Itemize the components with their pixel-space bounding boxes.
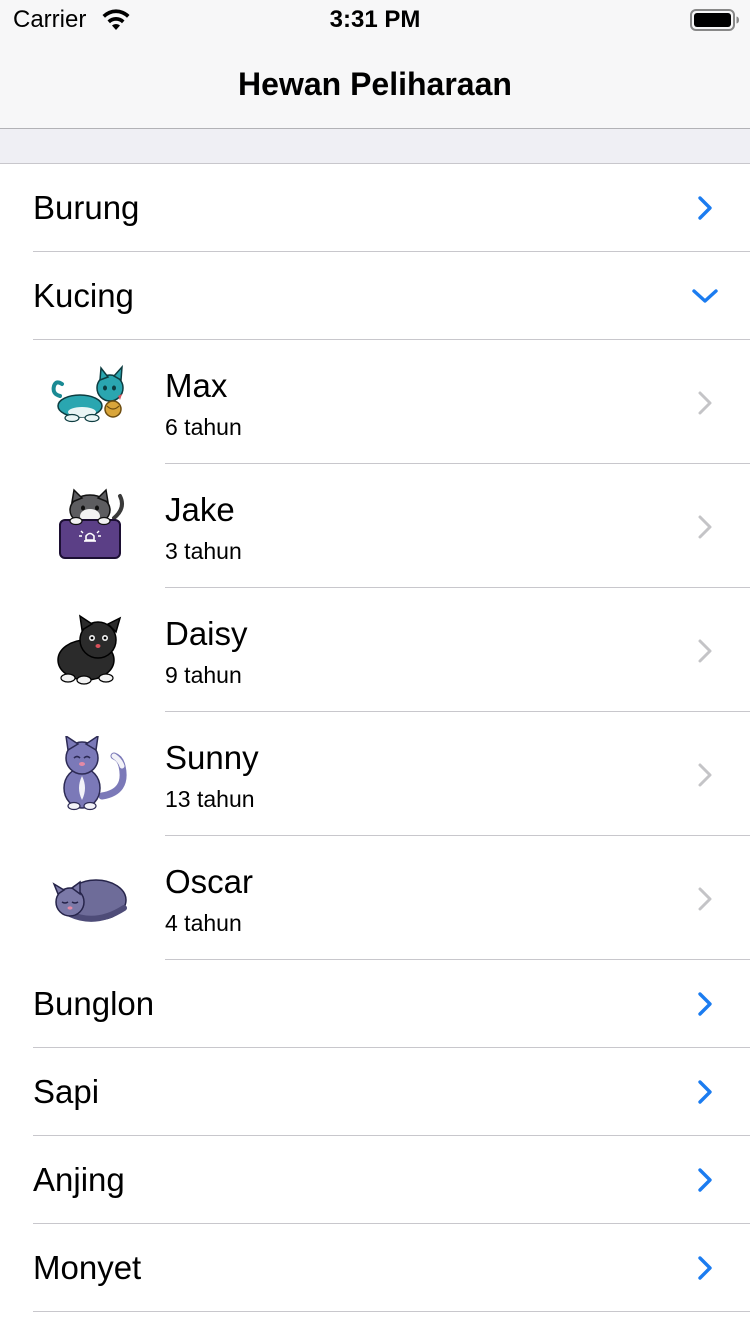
pet-category-list: Burung Kucing Max 6 tahun Jake 3 tahun D… bbox=[0, 164, 750, 1312]
chevron-right-icon bbox=[698, 1168, 712, 1192]
category-label: Bunglon bbox=[33, 985, 155, 1022]
pet-age: 3 tahun bbox=[165, 538, 242, 564]
category-label: Kucing bbox=[33, 277, 134, 314]
section-header-spacer bbox=[0, 129, 750, 164]
chevron-right-icon bbox=[698, 1080, 712, 1104]
navigation-bar: Hewan Peliharaan bbox=[0, 40, 750, 129]
pet-age: 4 tahun bbox=[165, 910, 242, 936]
pet-age: 9 tahun bbox=[165, 662, 242, 688]
category-label: Burung bbox=[33, 189, 140, 226]
pet-age: 6 tahun bbox=[165, 414, 242, 440]
status-bar: Carrier 3:31 PM bbox=[0, 0, 750, 40]
page-title: Hewan Peliharaan bbox=[238, 66, 512, 102]
chevron-right-icon bbox=[698, 391, 712, 415]
pet-name: Daisy bbox=[165, 615, 248, 652]
category-row-sapi[interactable]: Sapi bbox=[0, 1048, 750, 1136]
pet-name: Oscar bbox=[165, 863, 254, 900]
chevron-right-icon bbox=[698, 1256, 712, 1280]
pet-name: Jake bbox=[165, 491, 235, 528]
category-label: Anjing bbox=[33, 1161, 125, 1198]
pet-age: 13 tahun bbox=[165, 786, 255, 812]
category-row-bunglon[interactable]: Bunglon bbox=[0, 960, 750, 1048]
black-cat-sitting-image bbox=[57, 614, 122, 685]
pet-name: Max bbox=[165, 367, 228, 404]
pet-row-max[interactable]: Max 6 tahun bbox=[0, 340, 750, 464]
status-time: 3:31 PM bbox=[329, 6, 421, 33]
pet-name: Sunny bbox=[165, 739, 259, 776]
teal-cat-with-ball-image bbox=[51, 364, 124, 423]
category-label: Sapi bbox=[33, 1073, 100, 1110]
chevron-down-icon bbox=[692, 289, 718, 303]
category-label: Monyet bbox=[33, 1249, 142, 1286]
chevron-right-icon bbox=[698, 196, 712, 220]
chevron-right-icon bbox=[698, 887, 712, 911]
gray-cat-with-purple-box-image bbox=[59, 488, 124, 559]
pet-row-jake[interactable]: Jake 3 tahun bbox=[0, 464, 750, 588]
pet-row-sunny[interactable]: Sunny 13 tahun bbox=[0, 712, 750, 836]
pet-row-oscar[interactable]: Oscar 4 tahun bbox=[0, 836, 750, 960]
battery-icon bbox=[690, 9, 739, 31]
chevron-right-icon bbox=[698, 763, 712, 787]
category-row-burung[interactable]: Burung bbox=[0, 164, 750, 252]
chevron-right-icon bbox=[698, 639, 712, 663]
category-row-monyet[interactable]: Monyet bbox=[0, 1224, 750, 1312]
category-row-kucing[interactable]: Kucing bbox=[0, 252, 750, 340]
sleeping-gray-cat-image bbox=[52, 879, 127, 922]
pet-row-daisy[interactable]: Daisy 9 tahun bbox=[0, 588, 750, 712]
chevron-right-icon bbox=[698, 992, 712, 1016]
chevron-right-icon bbox=[698, 515, 712, 539]
lavender-cat-sitting-image bbox=[63, 736, 127, 811]
category-row-anjing[interactable]: Anjing bbox=[0, 1136, 750, 1224]
